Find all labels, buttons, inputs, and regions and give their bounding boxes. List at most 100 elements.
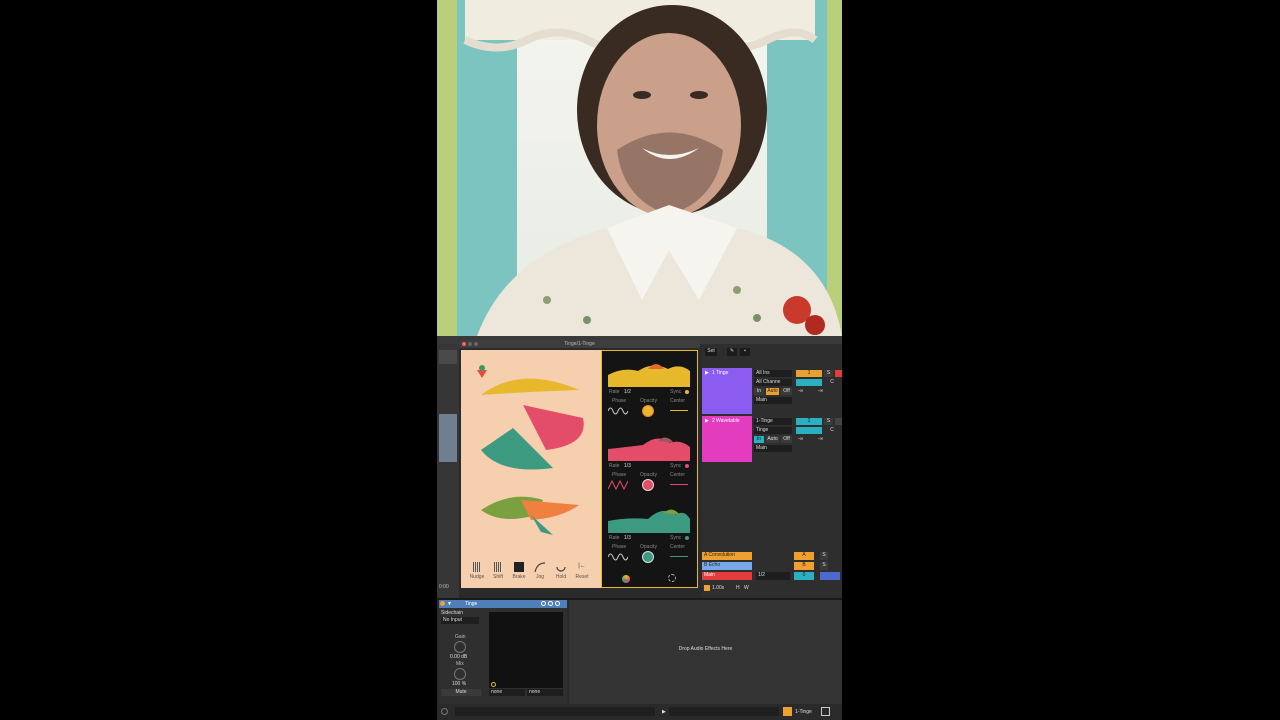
tool-reset[interactable]: |← Reset	[572, 562, 592, 584]
main-activator[interactable]: 0	[794, 572, 814, 580]
tinge-shape-canvas[interactable]: Nudge Shift Brake Jog Hold |← Reset	[461, 350, 601, 588]
track-2-monitor-auto[interactable]: Auto	[766, 436, 779, 443]
route-left-select[interactable]: none	[489, 689, 525, 696]
track-2-name[interactable]: 2 Wavetable	[712, 418, 740, 424]
track-1-solo[interactable]: S	[824, 370, 833, 377]
sync-toggle-2[interactable]	[685, 464, 689, 468]
lfo-wave-3[interactable]	[608, 505, 690, 533]
gain-knob[interactable]	[454, 641, 466, 653]
track-2-input-channel[interactable]: Tinge	[754, 427, 792, 434]
arrangement-overview[interactable]: 0:00	[437, 344, 459, 598]
rate-value-3[interactable]: 1/3	[624, 535, 631, 541]
height-button[interactable]: H	[736, 585, 740, 591]
color-palette-icon[interactable]	[622, 575, 630, 583]
sidechain-input[interactable]: No Input	[441, 617, 479, 624]
center-slider-2[interactable]	[670, 484, 688, 485]
view-toggle-icon[interactable]	[821, 707, 830, 716]
sync-toggle-3[interactable]	[685, 536, 689, 540]
lfo-wave-1[interactable]	[608, 359, 690, 387]
opacity-label-1: Opacity	[640, 398, 657, 404]
return-a-name[interactable]: A Convolution	[702, 552, 752, 560]
phase-wave-icon-2[interactable]	[608, 479, 628, 491]
track-1-input-type[interactable]: All Ins	[754, 370, 792, 377]
track-1-play-icon[interactable]: ▶	[705, 370, 709, 376]
main-quantize[interactable]: 1/2	[756, 572, 790, 580]
track-1-arm[interactable]	[835, 370, 842, 377]
track-2-output[interactable]: Main	[754, 445, 792, 452]
play-icon[interactable]: ▶	[662, 709, 666, 715]
phase-wave-icon-3[interactable]	[608, 551, 628, 563]
zoom-value[interactable]: 1.00x	[712, 585, 724, 591]
plugin-titlebar[interactable]: Tinge/1-Tinge	[459, 340, 700, 348]
return-a-activator[interactable]: A	[794, 552, 814, 560]
track-1-clip-slot[interactable]: ▶ 1 Tinge	[702, 368, 752, 414]
track-2-pan[interactable]: C	[824, 427, 840, 434]
status-message-field	[455, 707, 655, 716]
track-select-icon[interactable]	[783, 707, 792, 716]
sync-toggle-1[interactable]	[685, 390, 689, 394]
track-1-monitor-in[interactable]: In	[754, 388, 764, 395]
track-1-name[interactable]: 1 Tinge	[712, 370, 728, 376]
track-2-monitor-off[interactable]: Off	[781, 436, 792, 443]
phase-wave-icon-1[interactable]	[608, 405, 628, 417]
tool-shift[interactable]: Shift	[488, 562, 508, 584]
lfo-wave-2[interactable]	[608, 433, 690, 461]
gain-value: 0.00 dB	[450, 654, 468, 660]
track-1-output[interactable]: Main	[754, 397, 792, 404]
device-titlebar[interactable]: ▼ Tinge	[439, 600, 567, 608]
track-2-input-type[interactable]: 1-Tinge	[754, 418, 792, 425]
mute-button[interactable]: Mute	[441, 689, 481, 696]
tool-jog[interactable]: Jog	[530, 562, 550, 584]
track-2-volume-meter[interactable]	[796, 427, 822, 434]
center-slider-3[interactable]	[670, 556, 688, 557]
track-2-play-icon[interactable]: ▶	[705, 418, 709, 424]
return-b-solo[interactable]: S	[820, 562, 828, 570]
tool-brake[interactable]: Brake	[509, 562, 529, 584]
track-2-arm[interactable]	[835, 418, 842, 425]
center-slider-1[interactable]	[670, 410, 688, 411]
return-b-name[interactable]: B Echo	[702, 562, 752, 570]
device-drop-area[interactable]: Drop Audio Effects Here	[569, 600, 842, 704]
tool-hold[interactable]: Hold	[551, 562, 571, 584]
track-2-activator[interactable]: 2	[796, 418, 822, 425]
set-button[interactable]: Set	[705, 348, 717, 356]
return-a-solo[interactable]: S	[820, 552, 828, 560]
track-2-clip-slot[interactable]: ▶ 2 Wavetable	[702, 416, 752, 462]
track-1-volume-meter[interactable]	[796, 379, 822, 386]
info-icon[interactable]	[441, 708, 448, 715]
phase-label-1: Phase	[612, 398, 627, 404]
route-right-select[interactable]: none	[527, 689, 563, 696]
opacity-knob-2[interactable]	[642, 479, 654, 491]
main-track-name[interactable]: Main	[702, 572, 752, 580]
device-save-icon[interactable]	[548, 601, 553, 606]
track-1-monitor-auto[interactable]: Auto	[766, 388, 779, 395]
tinge-plugin-window[interactable]: Tinge/1-Tinge Nudge Shift Brake Jog Hold…	[459, 340, 700, 590]
track-2-solo[interactable]: S	[824, 418, 833, 425]
randomize-icon[interactable]	[668, 574, 676, 582]
device-settings-icon[interactable]	[541, 601, 546, 606]
device-power-button[interactable]	[440, 601, 445, 606]
opacity-knob-1[interactable]	[642, 405, 654, 417]
tool-nudge[interactable]: Nudge	[467, 562, 487, 584]
follow-icon[interactable]	[704, 585, 710, 591]
lock-icon[interactable]: ▪	[740, 348, 750, 356]
status-progress-field	[669, 707, 779, 716]
device-display[interactable]	[489, 612, 563, 688]
track-2-monitor-in[interactable]: In	[754, 436, 764, 443]
device-fold-icon[interactable]: ▼	[447, 601, 452, 607]
rate-label-3: Rate	[609, 535, 620, 541]
track-1-pan[interactable]: C	[824, 379, 840, 386]
rate-value-1[interactable]: 1/2	[624, 389, 631, 395]
return-b-activator[interactable]: B	[794, 562, 814, 570]
width-button[interactable]: W	[744, 585, 749, 591]
mix-knob[interactable]	[454, 668, 466, 680]
pencil-icon[interactable]: ✎	[727, 348, 737, 356]
device-edit-icon[interactable]	[555, 601, 560, 606]
main-cue-volume[interactable]	[820, 572, 840, 580]
track-1-monitor-off[interactable]: Off	[781, 388, 792, 395]
device-name: Tinge	[465, 601, 478, 607]
opacity-knob-3[interactable]	[642, 551, 654, 563]
track-1-activator[interactable]: 1	[796, 370, 822, 377]
rate-value-2[interactable]: 1/3	[624, 463, 631, 469]
track-1-input-channel[interactable]: All Channe	[754, 379, 792, 386]
